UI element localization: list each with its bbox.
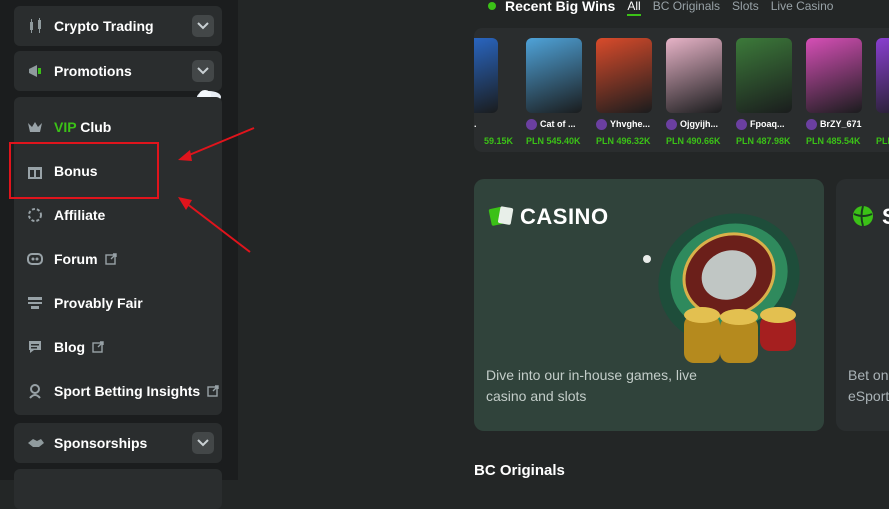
- sports-card[interactable]: S Bet on eSport: [836, 179, 889, 431]
- game-thumbnail[interactable]: [806, 38, 862, 113]
- game-thumbnail[interactable]: [666, 38, 722, 113]
- candlestick-icon: [26, 16, 46, 36]
- avatar: [526, 119, 537, 130]
- tab-all[interactable]: All: [627, 0, 642, 16]
- handshake-icon: [26, 433, 46, 453]
- winner-name: BrZY_671: [820, 119, 862, 129]
- win-amount: 59.15K: [484, 136, 514, 146]
- winner-name: Fpoaq...: [750, 119, 785, 129]
- avatar: [736, 119, 747, 130]
- sports-title: S: [882, 204, 889, 230]
- game-thumbnail[interactable]: [474, 38, 498, 113]
- sidebar-item-blog[interactable]: Blog: [14, 325, 222, 369]
- chevron-down-icon[interactable]: [192, 60, 214, 82]
- blog-icon: [26, 338, 44, 356]
- sponsorships-label: Sponsorships: [54, 435, 148, 451]
- forum-icon: [26, 250, 44, 268]
- win-amount: PLN 496.32K: [596, 136, 651, 146]
- sidebar-item-label: Affiliate: [54, 207, 106, 223]
- roulette-illustration: [643, 213, 800, 363]
- winner-name: Cat of ...: [540, 119, 576, 129]
- sidebar-item-sport-betting-insights[interactable]: Sport Betting Insights: [14, 369, 222, 413]
- external-link-icon: [92, 341, 104, 353]
- win-amount: PLN 545.40K: [526, 136, 581, 146]
- crypto-trading-label: Crypto Trading: [54, 18, 154, 34]
- crypto-trading-group[interactable]: Crypto Trading: [14, 6, 222, 46]
- ball-icon: [852, 205, 874, 232]
- sidebar-item-label: Blog: [54, 339, 86, 355]
- winner-name: jch...: [474, 119, 477, 129]
- casino-title: CASINO: [520, 204, 609, 229]
- promotions-group[interactable]: Promotions: [14, 51, 222, 91]
- win-amount: PLN 485.54K: [806, 136, 861, 146]
- recent-wins-header: Recent Big Wins All BC Originals Slots L…: [488, 0, 834, 16]
- scale-icon: [26, 294, 44, 312]
- annotation-arrows: [178, 127, 255, 253]
- section-heading: BC Originals: [474, 462, 565, 479]
- game-thumbnail[interactable]: [526, 38, 582, 113]
- external-link-icon: [104, 253, 117, 265]
- affiliate-icon: [26, 206, 44, 224]
- next-group[interactable]: [14, 469, 222, 509]
- tab-bc-originals[interactable]: BC Originals: [653, 0, 720, 13]
- game-thumbnail[interactable]: [596, 38, 652, 113]
- sports-description: Bet on eSport: [848, 367, 889, 404]
- win-amount: PLN 490.66K: [666, 136, 721, 146]
- sidebar-item-label: Forum: [54, 251, 98, 267]
- winner-name: Yhvghe...: [610, 119, 651, 129]
- casino-description: Dive into our in-house games, live casin…: [486, 367, 697, 404]
- avatar: [666, 119, 677, 130]
- chevron-down-icon[interactable]: [192, 432, 214, 454]
- insights-icon: [26, 382, 44, 400]
- bonus-highlight-box: [9, 142, 159, 199]
- crown-icon: [26, 118, 44, 136]
- recent-wins-strip: jch... 59.15K Cat of ... PLN 545.40K Yhvghe.…: [474, 28, 889, 152]
- external-link-icon: [207, 385, 219, 397]
- sidebar-item-label: Sport Betting Insights: [54, 383, 201, 399]
- game-thumbnail[interactable]: [736, 38, 792, 113]
- avatar: [596, 119, 607, 130]
- sidebar-item-label: Provably Fair: [54, 295, 143, 311]
- avatar: [806, 119, 817, 130]
- tab-live-casino[interactable]: Live Casino: [771, 0, 834, 13]
- sidebar-item-label: VIP Club: [54, 119, 112, 135]
- sponsorships-group[interactable]: Sponsorships: [14, 423, 222, 463]
- casino-card[interactable]: CASINO Dive into our in-house games, liv…: [474, 179, 824, 431]
- chevron-down-icon[interactable]: [192, 15, 214, 37]
- promotions-label: Promotions: [54, 63, 132, 79]
- winner-name: Ojgyijh...: [680, 119, 719, 129]
- cards-icon: [488, 204, 516, 233]
- megaphone-icon: [26, 61, 46, 81]
- sidebar-item-provably-fair[interactable]: Provably Fair: [14, 281, 222, 325]
- live-dot-icon: [488, 2, 496, 10]
- game-thumbnail[interactable]: [876, 38, 889, 113]
- tab-slots[interactable]: Slots: [732, 0, 759, 13]
- recent-wins-title: Recent Big Wins: [505, 0, 616, 14]
- win-amount: PLN: [876, 136, 889, 146]
- win-amount: PLN 487.98K: [736, 136, 791, 146]
